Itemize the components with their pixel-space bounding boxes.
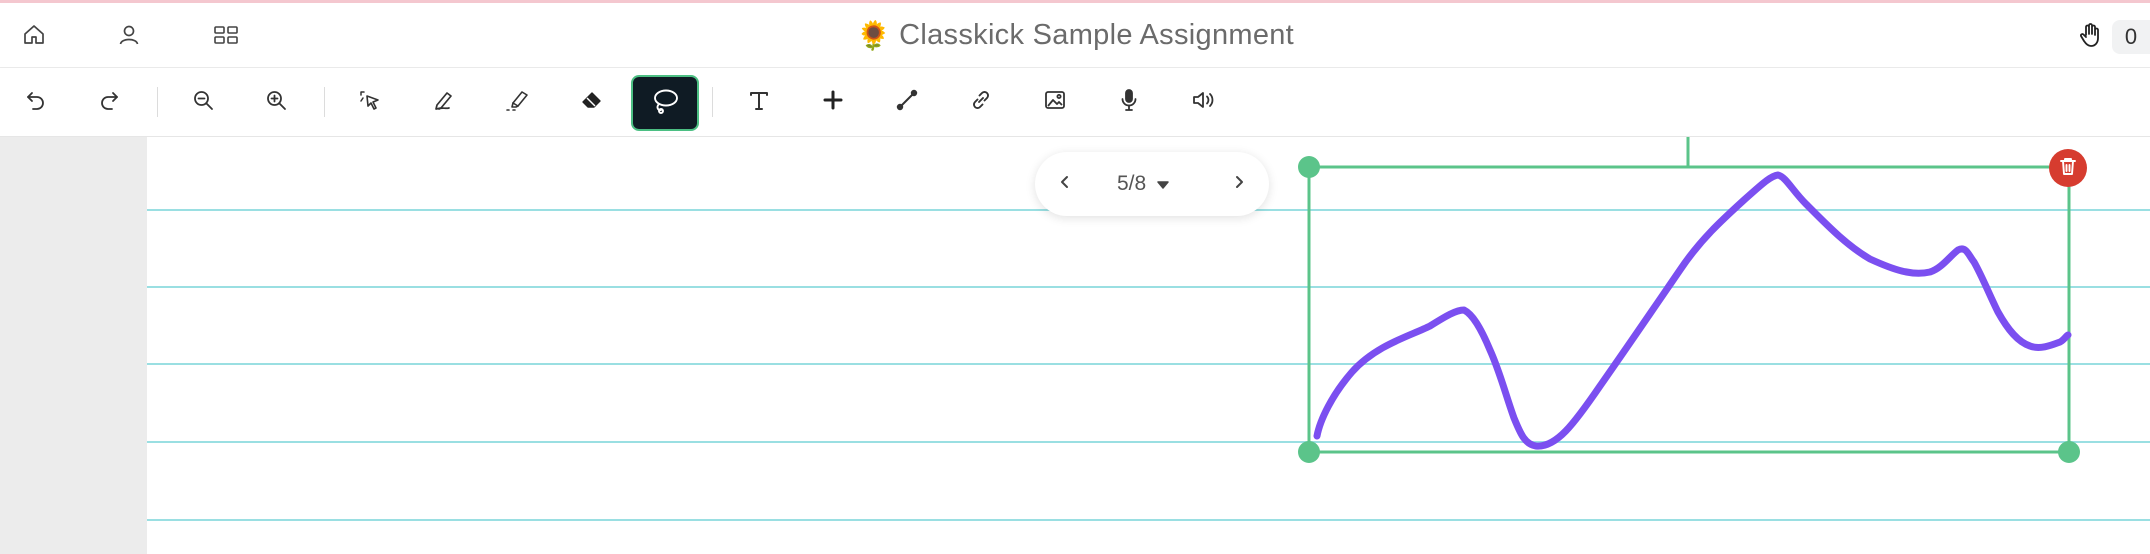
chevron-left-icon: [1058, 174, 1072, 195]
lasso-icon: [649, 86, 681, 121]
image-icon: [1043, 88, 1067, 117]
page-title-text: Classkick Sample Assignment: [899, 18, 1295, 51]
lasso-tool-button[interactable]: [631, 75, 699, 131]
user-icon: [117, 23, 141, 52]
undo-button[interactable]: [8, 74, 64, 130]
page-title: 🌻 Classkick Sample Assignment: [0, 3, 2150, 67]
page-selector[interactable]: 5/8: [1117, 172, 1170, 196]
record-audio-button[interactable]: [1101, 74, 1157, 130]
toolbar-divider: [157, 87, 158, 117]
zoom-in-icon: [265, 89, 287, 116]
zoom-out-icon: [192, 89, 214, 116]
zoom-in-button[interactable]: [248, 74, 304, 130]
link-icon: [969, 88, 993, 117]
toolbar-divider: [712, 87, 713, 117]
grid-icon: [213, 23, 239, 52]
select-tool-button[interactable]: [342, 74, 398, 130]
link-tool-button[interactable]: [953, 74, 1009, 130]
raise-hand-icon: [2078, 22, 2102, 53]
select-pointer-icon: [357, 88, 383, 117]
highlighter-icon: [504, 88, 532, 117]
speaker-icon: [1190, 88, 1216, 117]
ruled-line: [147, 441, 2150, 443]
home-icon: [22, 23, 46, 52]
resize-handle-bottom-left[interactable]: [1298, 441, 1320, 463]
line-icon: [895, 88, 919, 117]
classkick-app: 🌻 Classkick Sample Assignment 0 5/8: [0, 0, 2150, 554]
trash-icon: [2059, 156, 2077, 181]
line-tool-button[interactable]: [879, 74, 935, 130]
ruled-line: [147, 519, 2150, 521]
zoom-out-button[interactable]: [175, 74, 231, 130]
next-page-button[interactable]: [1219, 164, 1259, 204]
text-tool-button[interactable]: [731, 74, 787, 130]
ruled-line: [147, 363, 2150, 365]
add-element-button[interactable]: [805, 74, 861, 130]
sunflower-emoji: 🌻: [855, 19, 892, 51]
grid-view-button[interactable]: [206, 17, 246, 57]
caret-down-icon: [1156, 172, 1170, 196]
raised-hands-count: 0: [2112, 20, 2150, 54]
raise-hand-button[interactable]: [2070, 19, 2110, 55]
eraser-tool-button[interactable]: [564, 74, 620, 130]
toolbar: [0, 68, 2150, 137]
page-indicator: 5/8: [1117, 172, 1147, 195]
pen-tool-button[interactable]: [416, 74, 472, 130]
profile-button[interactable]: [109, 17, 149, 57]
ruled-line: [147, 286, 2150, 288]
toolbar-divider: [324, 87, 325, 117]
header: 🌻 Classkick Sample Assignment 0: [0, 3, 2150, 68]
previous-page-button[interactable]: [1045, 164, 1085, 204]
redo-icon: [98, 89, 120, 116]
chevron-right-icon: [1232, 174, 1246, 195]
redo-button[interactable]: [81, 74, 137, 130]
microphone-icon: [1118, 88, 1140, 117]
canvas-gutter: [0, 137, 147, 554]
resize-handle-bottom-right[interactable]: [2058, 441, 2080, 463]
home-button[interactable]: [14, 17, 54, 57]
audio-playback-button[interactable]: [1175, 74, 1231, 130]
resize-handle-top-left[interactable]: [1298, 156, 1320, 178]
pen-icon: [431, 88, 457, 117]
highlighter-tool-button[interactable]: [490, 74, 546, 130]
eraser-icon: [580, 89, 604, 116]
undo-icon: [25, 89, 47, 116]
page-navigator: 5/8: [1035, 152, 1269, 216]
delete-selection-button[interactable]: [2049, 149, 2087, 187]
text-icon: [747, 88, 771, 117]
image-tool-button[interactable]: [1027, 74, 1083, 130]
plus-icon: [822, 89, 844, 116]
